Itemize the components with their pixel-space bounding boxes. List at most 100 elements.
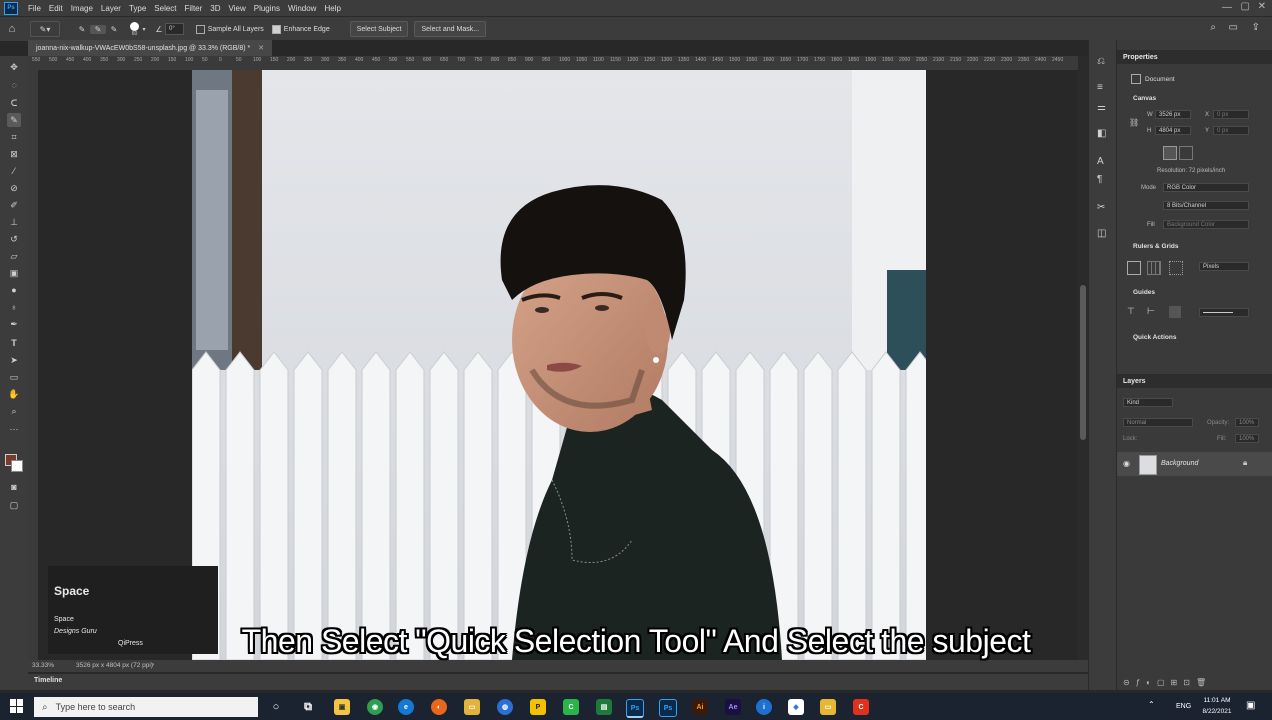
lasso-tool-icon[interactable]: ᑕ	[7, 96, 21, 110]
adjustments-icon[interactable]: ≡	[1097, 82, 1103, 93]
move-tool-icon[interactable]: ✥	[7, 60, 21, 74]
width-field[interactable]: 3526 px	[1155, 110, 1191, 119]
crop-tool-icon[interactable]: ⌗	[7, 130, 21, 144]
x-field[interactable]: 0 px	[1213, 110, 1249, 119]
edge-browser-icon[interactable]: e	[398, 699, 414, 715]
chevron-right-icon[interactable]: ›	[152, 661, 154, 668]
grid-toggle-icon[interactable]	[1147, 261, 1161, 275]
eraser-tool-icon[interactable]: ▱	[7, 249, 21, 263]
layer-name[interactable]: Background	[1161, 460, 1198, 467]
menu-file[interactable]: File	[24, 4, 45, 13]
maximize-icon[interactable]: ▢	[1241, 1, 1250, 12]
link-icon[interactable]: ⛓	[1129, 118, 1139, 127]
notifications-icon[interactable]: ▣	[1246, 700, 1255, 711]
layers-footer-icons[interactable]: ⊝ƒ◐▢⊞⊡🗑︎	[1123, 678, 1212, 687]
sheets-icon[interactable]: ▤	[596, 699, 612, 715]
subtract-selection-icon[interactable]: ✎	[106, 25, 122, 34]
layers-tab[interactable]: Layers	[1117, 374, 1272, 388]
pixel-grid-icon[interactable]	[1169, 261, 1183, 275]
windows-start-icon[interactable]	[10, 699, 24, 713]
home-icon[interactable]: ⌂	[0, 23, 24, 35]
shopping-bag-icon[interactable]: ▣	[334, 699, 350, 715]
menu-type[interactable]: Type	[125, 4, 150, 13]
tool-presets-icon[interactable]: ✂	[1097, 202, 1105, 213]
sample-all-layers-checkbox[interactable]: Sample All Layers	[195, 24, 264, 34]
canvas-section-header[interactable]: Canvas	[1117, 95, 1156, 102]
guide-color-select[interactable]	[1199, 308, 1249, 317]
quick-mask-icon[interactable]: ◙	[7, 480, 21, 494]
type-tool-icon[interactable]: T	[7, 336, 21, 350]
height-field[interactable]: 4804 px	[1155, 126, 1191, 135]
layer-filter-select[interactable]: Kind	[1123, 398, 1173, 407]
paragraph-icon[interactable]: ¶	[1097, 174, 1102, 185]
blend-mode-select[interactable]: Normal	[1123, 418, 1193, 427]
after-effects-icon[interactable]: Ae	[725, 699, 741, 715]
select-and-mask-button[interactable]: Select and Mask...	[414, 21, 487, 37]
blur-tool-icon[interactable]: ●	[7, 283, 21, 297]
select-subject-button[interactable]: Select Subject	[349, 21, 409, 37]
opacity-field[interactable]: 100%	[1235, 418, 1259, 427]
menu-view[interactable]: View	[225, 4, 250, 13]
angle-field[interactable]: 0°	[165, 23, 184, 35]
add-to-selection-icon[interactable]: ✎	[90, 24, 106, 34]
close-icon[interactable]: ✕	[1258, 1, 1266, 12]
app-red-icon[interactable]: C	[853, 699, 869, 715]
hand-tool-icon[interactable]: ✋	[7, 387, 21, 401]
swatches-icon[interactable]: ◧	[1097, 128, 1106, 139]
folder-icon[interactable]: ▭	[820, 699, 836, 715]
workspace-icon[interactable]: ▭	[1229, 22, 1238, 33]
clock-date[interactable]: 8/22/2021	[1198, 708, 1236, 715]
menu-edit[interactable]: Edit	[45, 4, 67, 13]
visibility-eye-icon[interactable]: ◉	[1123, 459, 1130, 468]
minimize-icon[interactable]: —	[1222, 2, 1232, 13]
menu-plugins[interactable]: Plugins	[250, 4, 284, 13]
zoom-level[interactable]: 33.33%	[32, 662, 54, 669]
bit-depth-select[interactable]: 8 Bits/Channel	[1163, 201, 1249, 210]
app-green-icon[interactable]: ◉	[367, 699, 383, 715]
rectangle-tool-icon[interactable]: ▭	[7, 370, 21, 384]
guide-horizontal-icon[interactable]: ⊤	[1127, 306, 1135, 317]
y-field[interactable]: 0 px	[1213, 126, 1249, 135]
menu-image[interactable]: Image	[67, 4, 97, 13]
photoshop-taskbar-icon[interactable]: Ps	[626, 699, 644, 718]
file-explorer-icon[interactable]: ▭	[464, 699, 480, 715]
units-select[interactable]: Pixels	[1199, 262, 1249, 271]
search-icon[interactable]: ⌕	[1210, 22, 1216, 33]
guides-header[interactable]: Guides	[1117, 289, 1155, 296]
ruler-toggle-icon[interactable]	[1127, 261, 1141, 275]
guide-layout-icon[interactable]	[1169, 306, 1181, 318]
frame-tool-icon[interactable]: ⊠	[7, 147, 21, 161]
gradient-tool-icon[interactable]: ▣	[7, 266, 21, 280]
enhance-edge-checkbox[interactable]: Enhance Edge	[271, 24, 330, 34]
app-c-green-icon[interactable]: C	[563, 699, 579, 715]
tab-close-icon[interactable]: ✕	[258, 44, 264, 52]
menu-help[interactable]: Help	[320, 4, 344, 13]
menu-select[interactable]: Select	[150, 4, 180, 13]
tray-chevron-icon[interactable]: ⌃	[1148, 700, 1155, 709]
layer-row-background[interactable]: ◉ Background 🔒︎	[1117, 452, 1272, 476]
share-icon[interactable]: ⇪	[1252, 22, 1260, 33]
portrait-orientation-icon[interactable]	[1163, 146, 1177, 160]
photoshop-alt-icon[interactable]: Ps	[659, 699, 677, 717]
rulers-grids-header[interactable]: Rulers & Grids	[1117, 243, 1179, 250]
quick-actions-header[interactable]: Quick Actions	[1117, 334, 1176, 341]
app-blue-icon[interactable]: i	[756, 699, 772, 715]
chrome-icon[interactable]: ◍	[497, 699, 513, 715]
chevron-down-icon[interactable]: ▾	[139, 26, 149, 33]
app-yellow-icon[interactable]: P	[530, 699, 546, 715]
illustrator-icon[interactable]: Ai	[692, 699, 708, 715]
layer-fill-field[interactable]: 100%	[1235, 434, 1259, 443]
menu-3d[interactable]: 3D	[206, 4, 224, 13]
document-canvas-photo[interactable]	[192, 70, 926, 660]
history-brush-icon[interactable]: ↺	[7, 232, 21, 246]
menu-layer[interactable]: Layer	[97, 4, 125, 13]
landscape-orientation-icon[interactable]	[1179, 146, 1193, 160]
scrollbar-thumb[interactable]	[1080, 285, 1086, 440]
task-view-icon[interactable]: ⧉	[300, 699, 316, 715]
path-selection-icon[interactable]: ➤	[7, 353, 21, 367]
history-icon[interactable]: ⎌	[1097, 56, 1105, 67]
clone-stamp-icon[interactable]: ⊥	[7, 215, 21, 229]
healing-brush-icon[interactable]: ⊘	[7, 181, 21, 195]
more-tools-icon[interactable]: ···	[7, 422, 21, 436]
brush-picker[interactable]: 60	[130, 21, 139, 37]
